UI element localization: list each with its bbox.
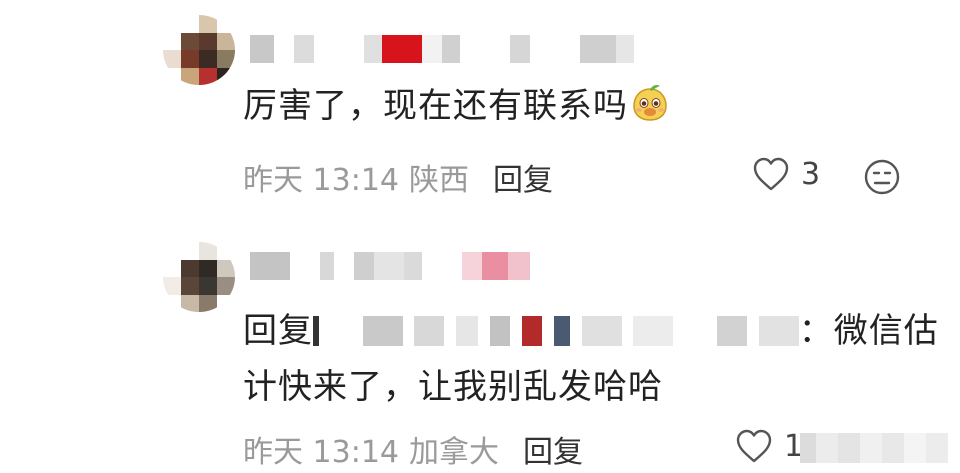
timestamp: 昨天 13:14 xyxy=(243,163,399,198)
heart-icon xyxy=(753,157,789,191)
mentioned-user-mosaic[interactable] xyxy=(313,307,799,346)
comment-item: 回复 ：微信估 计快来了，让我别乱发哈哈 昨天 13:14 加拿大 回复 1 xyxy=(0,225,960,473)
like-button[interactable]: 1 xyxy=(734,427,803,465)
username-mosaic[interactable] xyxy=(250,252,530,280)
reply-button[interactable]: 回复 xyxy=(493,155,553,199)
comment-meta: 昨天 13:14 陕西 回复 xyxy=(243,155,553,199)
avatar[interactable] xyxy=(163,15,235,85)
location: 陕西 xyxy=(409,163,469,198)
comment-text: 回复 ：微信估 计快来了，让我别乱发哈哈 xyxy=(243,303,939,415)
dislike-face-icon[interactable] xyxy=(862,157,902,197)
like-count: 3 xyxy=(801,156,821,192)
reply-button[interactable]: 回复 xyxy=(523,427,583,471)
mango-emoji-icon xyxy=(633,85,667,121)
location: 加拿大 xyxy=(409,435,499,470)
avatar[interactable] xyxy=(163,242,235,312)
heart-icon xyxy=(736,429,772,463)
comment-text: 厉害了，现在还有联系吗 xyxy=(243,78,670,134)
like-button[interactable]: 3 xyxy=(751,155,820,193)
timestamp: 昨天 13:14 xyxy=(243,435,399,470)
comment-item: 厉害了，现在还有联系吗 昨天 13:14 陕西 回复 3 xyxy=(0,0,960,220)
username-mosaic[interactable] xyxy=(250,35,634,63)
watermark-mosaic xyxy=(800,433,948,463)
comment-meta: 昨天 13:14 加拿大 回复 xyxy=(243,427,583,471)
reply-prefix: 回复 xyxy=(243,311,313,351)
